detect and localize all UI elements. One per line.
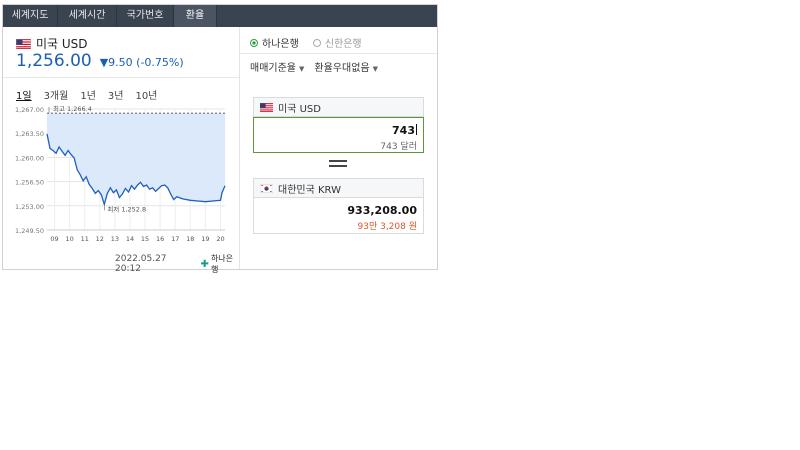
price-row: 1,256.00 ▼9.50 (-0.75%)	[16, 51, 184, 71]
tab-world-time[interactable]: 세계시간	[58, 5, 117, 27]
period-3m[interactable]: 3개월	[44, 87, 69, 102]
from-amount-input[interactable]: 743 743 달러	[253, 117, 424, 153]
equals-icon	[329, 160, 347, 169]
option-selects: 매매기준율 ▼ 환율우대없음 ▼	[250, 59, 388, 74]
period-selector: 1일 3개월 1년 3년 10년	[16, 87, 169, 102]
tab-exchange-rate[interactable]: 환율	[174, 5, 217, 27]
preferential-rate-label: 환율우대없음	[314, 63, 370, 74]
currency-name: 미국 USD	[36, 37, 88, 51]
rate-change: ▼9.50 (-0.75%)	[99, 56, 184, 69]
from-currency-label: 미국 USD	[278, 103, 321, 115]
x-tick-label: 19	[201, 235, 209, 243]
converter-panel: 하나은행 신한은행 매매기준율 ▼ 환율우대없음 ▼ 미국 USD 743 74…	[240, 27, 437, 269]
caret-down-icon: ▼	[372, 65, 378, 73]
x-tick-label: 16	[156, 235, 164, 243]
bank-logo: ✚ 하나은행	[201, 253, 239, 275]
rate-type-select[interactable]: 매매기준율 ▼	[250, 59, 304, 74]
bank-label-hana[interactable]: 하나은행	[262, 35, 299, 50]
low-annotation: 최저 1,252.8	[107, 204, 146, 213]
rate-chart: 1,267.00 1,263.50 1,260.00 1,256.50 1,253.00…	[15, 104, 226, 243]
bank-logo-label: 하나은행	[210, 254, 234, 274]
bank-label-shinhan[interactable]: 신한은행	[325, 35, 362, 50]
tab-world-map[interactable]: 세계지도	[3, 5, 58, 27]
x-tick-label: 14	[126, 235, 134, 243]
from-amount-value: 743	[392, 124, 417, 137]
x-tick-label: 09	[50, 235, 58, 243]
x-tick-label: 17	[171, 235, 179, 243]
x-tick-label: 15	[141, 235, 149, 243]
hana-bank-icon: ✚	[200, 258, 209, 270]
us-flag-icon	[16, 38, 31, 49]
rate-panel: 미국 USD 1,256.00 ▼9.50 (-0.75%) 1일 3개월 1년…	[3, 27, 240, 274]
x-tick-label: 12	[96, 235, 104, 243]
high-annotation: 최고 1,266.4	[53, 104, 92, 113]
to-amount-output: 933,208.00 93만 3,208 원	[253, 198, 424, 234]
to-amount-value: 933,208.00	[347, 204, 417, 217]
us-flag-icon	[260, 102, 273, 112]
to-currency-label: 대한민국 KRW	[278, 184, 341, 196]
current-rate: 1,256.00	[16, 51, 92, 71]
divider	[3, 77, 239, 78]
period-10y[interactable]: 10년	[135, 87, 157, 102]
chart-footer: 2022.05.27 20:12 ✚ 하나은행	[115, 253, 239, 275]
divider	[240, 53, 437, 54]
update-timestamp: 2022.05.27 20:12	[115, 254, 167, 274]
y-tick-label: 1,253.00	[15, 203, 44, 211]
kr-flag-icon	[260, 183, 273, 193]
rate-type-label: 매매기준율	[250, 63, 296, 74]
period-1y[interactable]: 1년	[80, 87, 96, 102]
text-cursor	[416, 124, 417, 135]
y-tick-label: 1,249.50	[15, 227, 44, 235]
y-tick-label: 1,256.50	[15, 179, 44, 187]
to-amount-text: 93만 3,208 원	[357, 222, 418, 232]
y-tick-label: 1,267.00	[15, 106, 44, 114]
tab-bar: 세계지도 세계시간 국가번호 환율	[3, 5, 437, 27]
bank-radio-hana[interactable]	[250, 38, 258, 47]
exchange-rate-widget: 세계지도 세계시간 국가번호 환율 미국 USD 1,256.00 ▼9.50 …	[2, 4, 438, 274]
preferential-rate-select[interactable]: 환율우대없음 ▼	[314, 59, 378, 74]
caret-down-icon: ▼	[299, 65, 305, 73]
period-3y[interactable]: 3년	[108, 87, 124, 102]
x-tick-label: 10	[65, 235, 73, 243]
x-tick-label: 20	[216, 235, 224, 243]
to-currency-header[interactable]: 대한민국 KRW	[253, 178, 424, 198]
y-tick-label: 1,260.00	[15, 154, 44, 162]
y-tick-label: 1,263.50	[15, 130, 44, 138]
from-amount-text: 743 달러	[380, 142, 417, 152]
x-tick-label: 18	[186, 235, 194, 243]
bank-selector: 하나은행 신한은행	[250, 35, 376, 50]
bank-radio-shinhan[interactable]	[312, 38, 321, 47]
x-tick-label: 11	[81, 235, 89, 243]
from-currency-header[interactable]: 미국 USD	[253, 97, 424, 117]
period-1d[interactable]: 1일	[16, 87, 32, 102]
x-tick-label: 13	[111, 235, 119, 243]
area-fill	[47, 113, 225, 205]
tab-country-code[interactable]: 국가번호	[117, 5, 174, 27]
currency-title: 미국 USD	[16, 35, 88, 52]
